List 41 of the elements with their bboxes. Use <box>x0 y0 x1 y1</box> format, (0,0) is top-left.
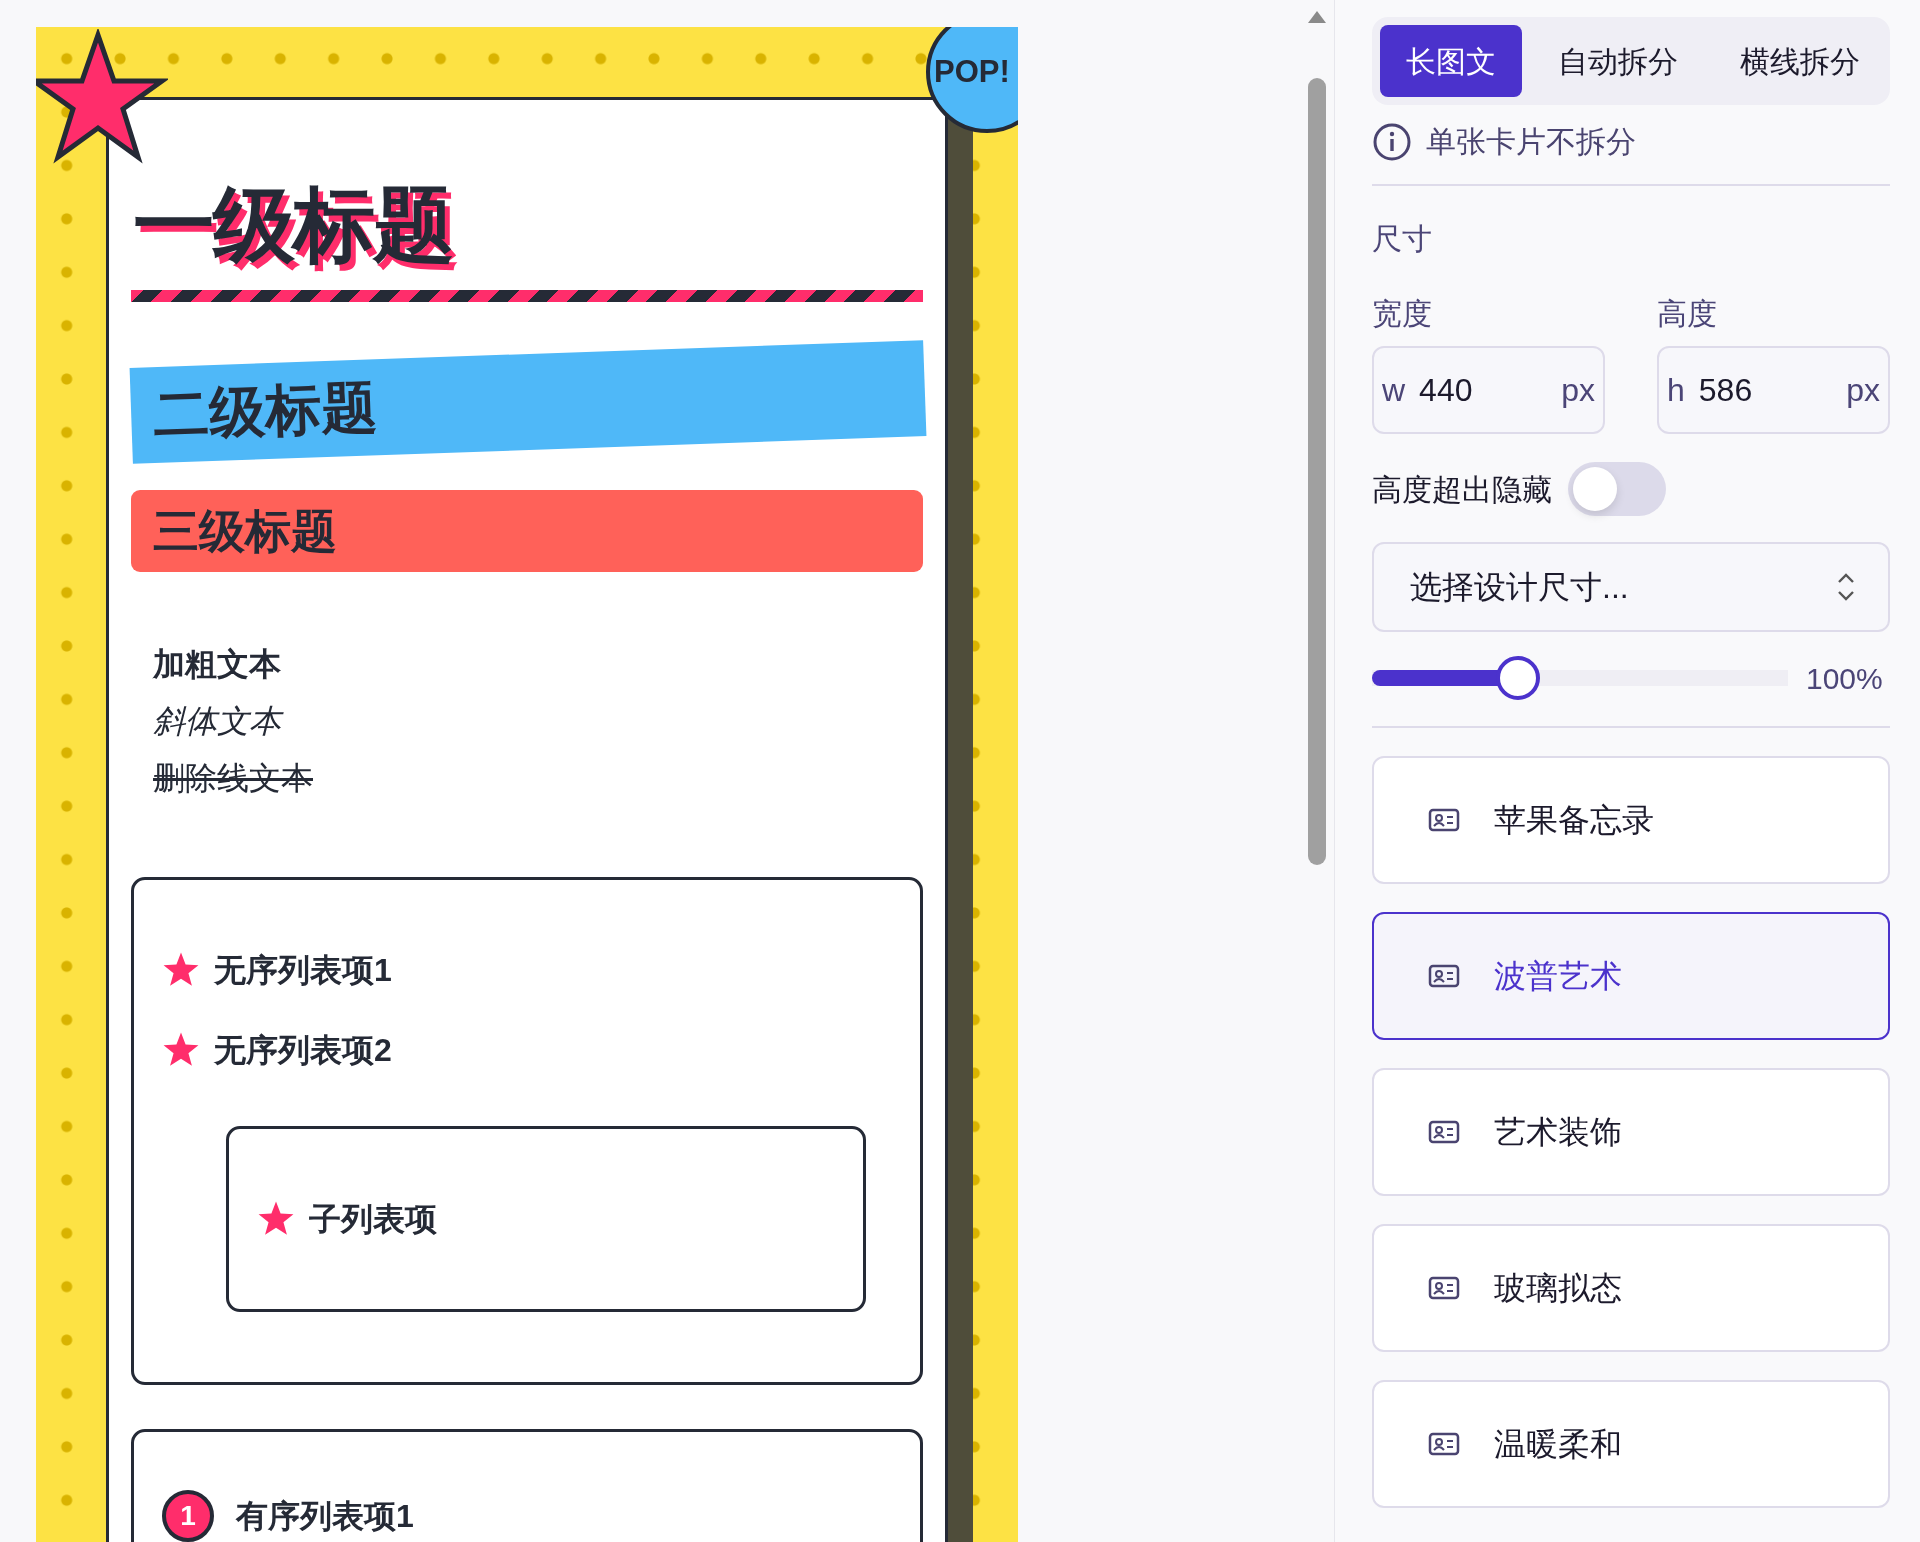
bold-text: 加粗文本 <box>153 645 282 685</box>
scroll-up-icon[interactable] <box>1307 10 1327 24</box>
list-item: 无序列表项2 <box>214 1031 392 1071</box>
scrollbar-thumb[interactable] <box>1308 78 1326 865</box>
heading: 一级标题 <box>133 180 453 271</box>
heading: 二级标题 <box>151 374 379 449</box>
tab[interactable]: 自动拆分 <box>1532 25 1704 97</box>
hint-text: 单张卡片不拆分 <box>1426 124 1636 160</box>
template-option[interactable]: 温暖柔和 <box>1372 1380 1890 1508</box>
section-title: 尺寸 <box>1372 221 1433 257</box>
id-card-icon <box>1428 808 1460 832</box>
template-option[interactable]: 苹果备忘录 <box>1372 756 1890 884</box>
toggle-switch[interactable] <box>1568 462 1666 516</box>
template-option[interactable]: 波普艺术 <box>1372 912 1890 1040</box>
size-field[interactable]: h 586 px <box>1657 346 1890 434</box>
id-card-icon <box>1428 1432 1460 1456</box>
strikethrough-text: 删除线文本 <box>153 759 314 799</box>
list-item: 子列表项 <box>309 1200 437 1240</box>
template-option[interactable]: 艺术装饰 <box>1372 1068 1890 1196</box>
heading-banner: 三级标题 <box>131 490 923 573</box>
field-label: 高度 <box>1657 296 1718 332</box>
tab[interactable]: 长图文 <box>1380 25 1522 97</box>
pop-badge: POP! <box>926 27 1018 133</box>
toggle-label: 高度超出隐藏 <box>1372 471 1552 508</box>
italic-text: 斜体文本 <box>153 693 945 751</box>
list-item: 无序列表项1 <box>214 951 392 991</box>
field-label: 宽度 <box>1372 296 1433 332</box>
tab[interactable]: 横线拆分 <box>1714 25 1886 97</box>
info-icon <box>1372 121 1412 162</box>
list-item: 有序列表项1 <box>236 1497 414 1537</box>
size-field[interactable]: w 440 px <box>1372 346 1605 434</box>
value-input[interactable]: 586 <box>1684 366 1805 414</box>
id-card-icon <box>1428 1276 1460 1300</box>
number-badge: 1 <box>162 1490 214 1542</box>
slider-thumb[interactable] <box>1495 656 1540 700</box>
value-input[interactable]: 440 <box>1405 366 1526 414</box>
slider-value: 100% <box>1806 660 1884 697</box>
id-card-icon <box>1428 964 1460 988</box>
id-card-icon <box>1428 1120 1460 1144</box>
select-field[interactable]: 选择设计尺寸... <box>1372 542 1890 632</box>
template-option[interactable]: 玻璃拟态 <box>1372 1224 1890 1352</box>
